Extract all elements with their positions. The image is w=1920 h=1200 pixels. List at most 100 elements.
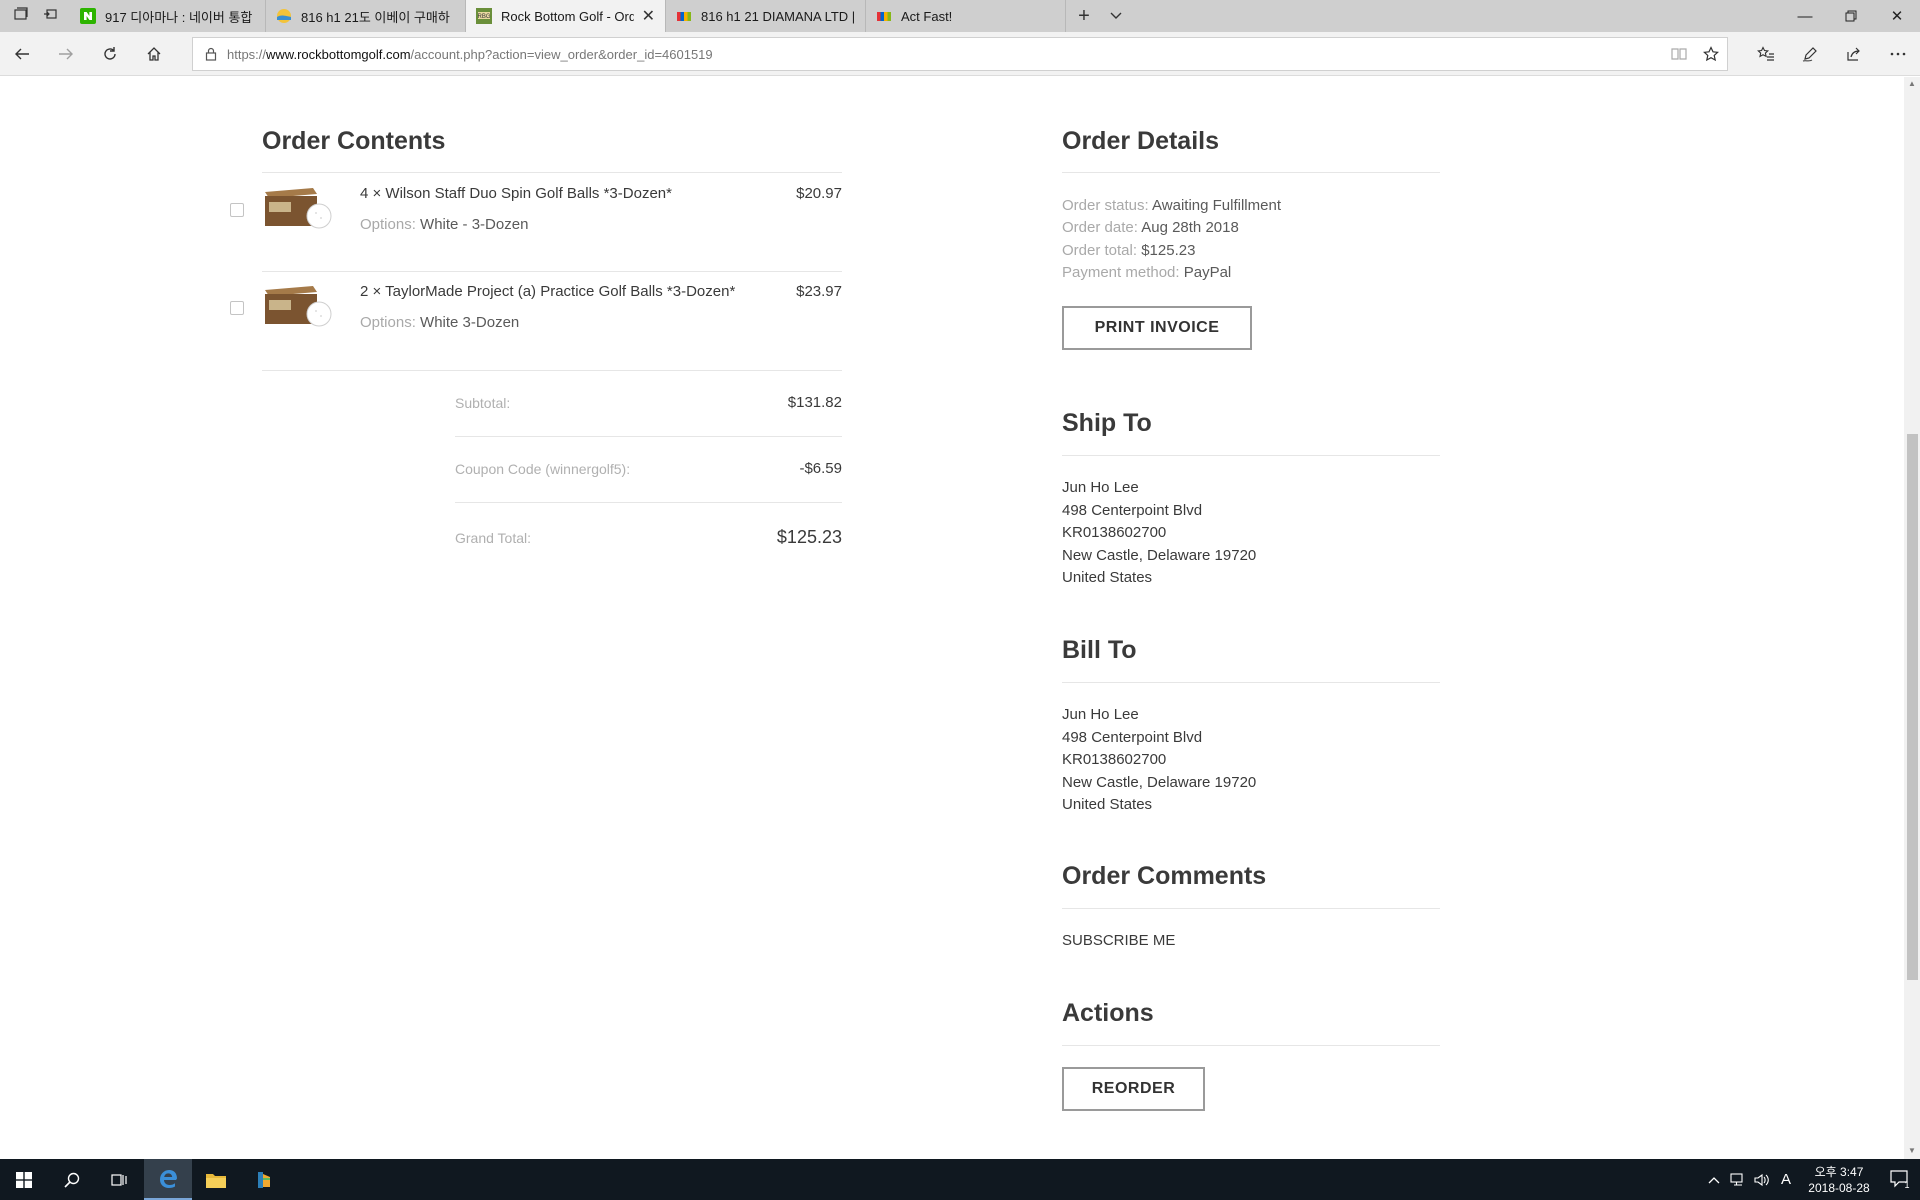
share-icon[interactable] <box>1832 32 1876 76</box>
window-controls: — ✕ <box>1782 0 1920 32</box>
page-scrollbar-thumb[interactable] <box>1907 434 1918 980</box>
bill-to-address: Jun Ho Lee 498 Centerpoint Blvd KR013860… <box>1062 706 1257 814</box>
globe-favicon-icon <box>276 8 292 24</box>
options-label: Options: <box>360 216 416 233</box>
task-view-icon <box>111 1173 127 1186</box>
reading-view-icon[interactable] <box>1663 47 1695 61</box>
tab-ebay-diamana[interactable]: 816 h1 21 DIAMANA LTD | e <box>666 0 866 32</box>
divider <box>1062 455 1440 456</box>
divider <box>1062 1045 1440 1046</box>
order-total-value: $125.23 <box>1141 242 1196 259</box>
item-price: $20.97 <box>796 185 842 202</box>
order-item: 4 × Wilson Staff Duo Spin Golf Balls *3-… <box>230 173 842 269</box>
tab-ebay-korean[interactable]: 816 h1 21도 이베이 구매하 <box>266 0 466 32</box>
back-button[interactable] <box>0 32 44 76</box>
maximize-button[interactable] <box>1828 0 1874 32</box>
tab-manager-icon[interactable] <box>13 6 28 26</box>
item-options: Options: White 3-Dozen <box>360 314 519 331</box>
taskbar-app-pinned[interactable] <box>240 1159 288 1200</box>
subtotal-value: $131.82 <box>787 394 842 411</box>
windows-taskbar: A 오후 3:47 2018-08-28 1 <box>0 1159 1920 1200</box>
item-select-checkbox[interactable] <box>230 203 244 217</box>
minimize-button[interactable]: — <box>1782 0 1828 32</box>
refresh-button[interactable] <box>88 32 132 76</box>
item-price: $23.97 <box>796 283 842 300</box>
grand-total-value: $125.23 <box>776 527 842 547</box>
order-contents-heading: Order Contents <box>262 127 446 155</box>
task-view-button[interactable] <box>96 1159 144 1200</box>
item-name[interactable]: 4 × Wilson Staff Duo Spin Golf Balls *3-… <box>360 185 672 202</box>
order-status-value: Awaiting Fulfillment <box>1152 197 1281 214</box>
pen-notes-icon[interactable] <box>1788 32 1832 76</box>
clock-date: 2018-08-28 <box>1808 1180 1870 1195</box>
tab-rock-bottom-golf[interactable]: RBG Rock Bottom Golf - Ord ✕ <box>466 0 666 32</box>
print-invoice-button[interactable]: PRINT INVOICE <box>1062 306 1252 350</box>
close-tab-icon[interactable]: ✕ <box>642 6 655 26</box>
golf-ball-box-thumbnail <box>263 184 335 230</box>
grand-total-row: Grand Total: $125.23 <box>455 502 842 568</box>
taskbar-clock[interactable]: 오후 3:47 2018-08-28 <box>1798 1164 1880 1196</box>
forward-button[interactable] <box>44 32 88 76</box>
show-hidden-icons-chevron-up-icon[interactable] <box>1702 1176 1726 1184</box>
order-status: Order status: Awaiting Fulfillment <box>1062 197 1281 214</box>
order-item: 2 × TaylorMade Project (a) Practice Golf… <box>230 271 842 367</box>
subtotal-label: Subtotal: <box>455 395 511 411</box>
ebay-favicon-icon <box>876 8 892 24</box>
coupon-row: Coupon Code (winnergolf5): -$6.59 <box>455 436 842 502</box>
payment-method: Payment method: PayPal <box>1062 264 1232 281</box>
arrow-right-icon <box>59 48 73 59</box>
divider <box>1062 908 1440 909</box>
search-button[interactable] <box>48 1159 96 1200</box>
order-page: Order Contents 4 × Wilson Staff Duo Spin… <box>0 77 1904 1159</box>
coupon-value: -$6.59 <box>799 460 842 477</box>
tab-bar-left-controls <box>0 0 70 32</box>
chevron-down-icon <box>1110 12 1122 19</box>
order-total: Order total: $125.23 <box>1062 242 1196 259</box>
item-name[interactable]: 2 × TaylorMade Project (a) Practice Golf… <box>360 283 735 300</box>
new-tab-button[interactable]: + <box>1066 0 1102 32</box>
tab-naver[interactable]: 917 디아마나 : 네이버 통합 <box>70 0 266 32</box>
order-comments-heading: Order Comments <box>1062 862 1267 890</box>
set-aside-tabs-icon[interactable] <box>43 7 57 26</box>
scroll-up-arrow-icon[interactable]: ▲ <box>1906 79 1918 91</box>
tab-act-fast[interactable]: Act Fast! <box>866 0 1066 32</box>
lock-icon[interactable] <box>205 47 217 61</box>
windows-logo-icon <box>16 1171 32 1188</box>
restore-icon <box>1845 10 1857 22</box>
item-select-checkbox[interactable] <box>230 301 244 315</box>
svg-text:RBG: RBG <box>477 14 490 20</box>
browser-toolbar-right <box>1744 32 1920 76</box>
ship-to-address: Jun Ho Lee 498 Centerpoint Blvd KR013860… <box>1062 479 1257 587</box>
taskbar-file-explorer[interactable] <box>192 1159 240 1200</box>
naver-favicon-icon <box>80 8 96 24</box>
taskbar-edge-app[interactable] <box>144 1159 192 1200</box>
scroll-down-arrow-icon[interactable]: ▼ <box>1906 1146 1918 1158</box>
tab-preview-toggle[interactable] <box>1102 0 1130 32</box>
system-tray: A 오후 3:47 2018-08-28 1 <box>1702 1159 1920 1200</box>
actions-heading: Actions <box>1062 999 1154 1027</box>
network-icon[interactable] <box>1726 1172 1750 1187</box>
ebay-favicon-icon <box>676 8 692 24</box>
favorite-star-icon[interactable] <box>1695 46 1727 62</box>
reorder-button[interactable]: REORDER <box>1062 1067 1205 1111</box>
input-method-indicator[interactable]: A <box>1774 1171 1798 1188</box>
golf-ball-box-thumbnail <box>263 282 335 328</box>
options-value: White - 3-Dozen <box>420 216 529 233</box>
options-value: White 3-Dozen <box>420 314 520 331</box>
arrow-left-icon <box>15 48 29 59</box>
refresh-icon <box>104 46 116 60</box>
address-bar-actions <box>1663 46 1727 62</box>
order-comments-text: SUBSCRIBE ME <box>1062 932 1176 949</box>
home-button[interactable] <box>132 32 176 76</box>
action-center-button[interactable]: 1 <box>1880 1169 1920 1190</box>
edge-browser-icon <box>160 1169 177 1188</box>
address-bar[interactable]: https://www.rockbottomgolf.com/account.p… <box>192 37 1728 71</box>
more-options-icon[interactable] <box>1876 32 1920 76</box>
order-date-value: Aug 28th 2018 <box>1141 219 1239 236</box>
start-button[interactable] <box>0 1159 48 1200</box>
volume-icon[interactable] <box>1750 1173 1774 1187</box>
favorites-list-icon[interactable] <box>1744 32 1788 76</box>
home-icon <box>147 46 161 61</box>
coupon-label: Coupon Code (winnergolf5): <box>455 461 631 477</box>
close-window-button[interactable]: ✕ <box>1874 0 1920 32</box>
